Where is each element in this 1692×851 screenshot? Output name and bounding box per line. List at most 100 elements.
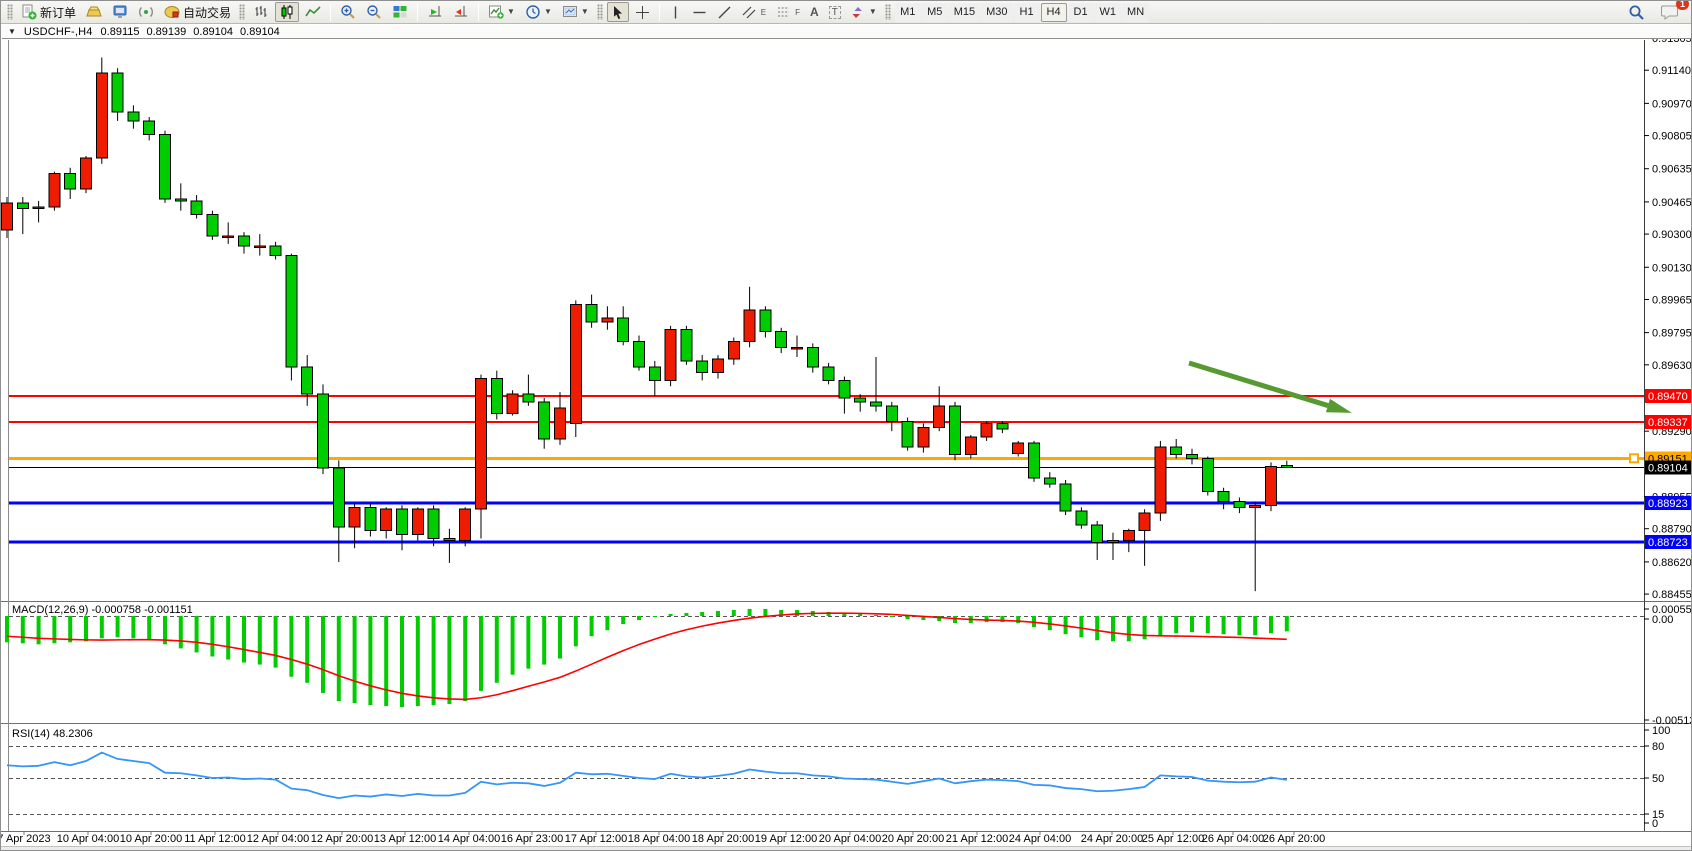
candle-body [1171,447,1182,455]
timeframe-button-MN[interactable]: MN [1122,3,1149,22]
macd-label: MACD(12,26,9) -0.000758 -0.001151 [12,604,193,616]
macd-bar [1095,616,1099,640]
signals-button[interactable] [134,2,158,22]
timeframe-button-M30[interactable]: M30 [981,3,1012,22]
trend-arrow-shaft [1189,363,1328,406]
candle-body [1234,501,1245,507]
auto-scroll-button[interactable] [423,2,447,22]
candle-body [254,246,265,248]
zoom-out-button[interactable] [362,2,386,22]
toolbar: 新订单 [1,1,1692,24]
macd-bar [131,616,135,638]
chevron-down-icon[interactable]: ▼ [8,27,16,36]
fibonacci-tool-button[interactable]: F [772,2,804,22]
candle-body [491,378,502,413]
macd-bar [21,616,25,643]
toolbar-grip[interactable] [597,4,603,20]
ohlc-low: 0.89104 [193,26,233,38]
arrows-tool-button[interactable]: ▼ [847,2,881,22]
candle-body [223,236,234,238]
toolbar-grip[interactable] [239,4,245,20]
timeframe-button-M1[interactable]: M1 [895,3,921,22]
macd-bar [416,616,420,706]
price-tick-label: 0.90805 [1652,131,1692,143]
auto-trading-button[interactable]: 自动交易 [160,2,235,22]
cursor-tool-button[interactable] [607,2,629,22]
text-label-icon: T [829,6,841,19]
macd-bar [195,616,199,652]
horizontal-lines[interactable] [9,396,1644,542]
symbol-label: USDCHF-,H4 [24,26,93,38]
time-axis[interactable]: 7 Apr 202310 Apr 04:0010 Apr 20:0011 Apr… [1,832,1325,845]
candle-body [570,304,581,423]
zoom-in-icon [340,4,356,20]
search-button[interactable] [1624,2,1649,22]
timeframe-button-W1[interactable]: W1 [1095,3,1122,22]
chevron-down-icon: ▼ [581,8,589,16]
macd-bar [447,616,451,704]
zoom-in-button[interactable] [336,2,360,22]
terminal-button[interactable] [108,2,132,22]
horizontal-line-tool-button[interactable] [688,2,711,22]
text-tool-button[interactable]: A [806,2,823,22]
candle-body [333,468,344,527]
timeframe-button-M15[interactable]: M15 [949,3,980,22]
timeframe-button-H1[interactable]: H1 [1014,3,1040,22]
notifications-button[interactable]: 1 [1657,2,1683,22]
arrow-annotation[interactable] [1189,363,1352,413]
candlestick-chart-button[interactable] [275,2,299,22]
candle-body [1281,465,1292,467]
candle-body [855,398,866,402]
candle-body [81,158,92,189]
periods-button[interactable]: ▼ [521,2,556,22]
equidistant-channel-tool-button[interactable]: E [738,2,770,22]
trendline-tool-button[interactable] [713,2,736,22]
line-chart-button[interactable] [301,2,325,22]
templates-button[interactable]: ▼ [558,2,593,22]
rsi-line [7,753,1287,799]
candle-body [144,121,155,135]
candle-body [681,330,692,361]
crosshair-tool-button[interactable] [631,2,654,22]
candle-body [1250,505,1261,507]
candle-body [428,509,439,538]
toolbar-grip[interactable] [7,4,13,20]
macd-bar [368,616,372,705]
price-tick-label: 0.88620 [1652,557,1692,569]
text-label-tool-button[interactable]: T [825,2,845,22]
signal-icon [138,4,154,20]
price-axis[interactable]: 0.913050.911400.909700.908050.906350.904… [1644,33,1692,601]
candle-body [318,394,329,468]
new-order-button[interactable]: 新订单 [17,2,80,22]
chart-title-bar: ▼ USDCHF-,H4 0.89115 0.89139 0.89104 0.8… [2,25,1692,39]
macd-bar [242,616,246,663]
bar-chart-button[interactable] [249,2,273,22]
tile-windows-button[interactable] [388,2,412,22]
time-axis-label: 13 Apr 12:00 [374,833,436,845]
candle-body [1155,447,1166,513]
terminal-icon [112,4,128,20]
candle-body [112,73,123,112]
macd-bar [748,609,752,616]
timeframe-button-D1[interactable]: D1 [1068,3,1094,22]
indicators-button[interactable]: ▼ [484,2,519,22]
time-axis-label: 18 Apr 20:00 [692,833,754,845]
toolbar-grip[interactable] [885,4,891,20]
macd-bar [337,616,341,701]
candle-body [697,361,708,373]
candle-body [1092,525,1103,543]
candle-body [1123,531,1134,541]
timeframe-button-M5[interactable]: M5 [922,3,948,22]
vertical-line-tool-button[interactable] [665,2,686,22]
time-axis-label: 16 Apr 23:00 [501,833,563,845]
gold-bar-button[interactable] [82,2,106,22]
time-axis-label: 24 Apr 04:00 [1009,833,1071,845]
candle-body [207,215,218,236]
chart-canvas[interactable]: 0.913050.911400.909700.908050.906350.904… [1,1,1692,851]
macd-bar [621,616,625,624]
timeframe-button-H4[interactable]: H4 [1041,3,1067,22]
chart-shift-button[interactable] [449,2,473,22]
price-tag-label: 0.89104 [1648,462,1688,474]
candle-body [33,207,44,209]
macd-bar [1190,616,1194,632]
